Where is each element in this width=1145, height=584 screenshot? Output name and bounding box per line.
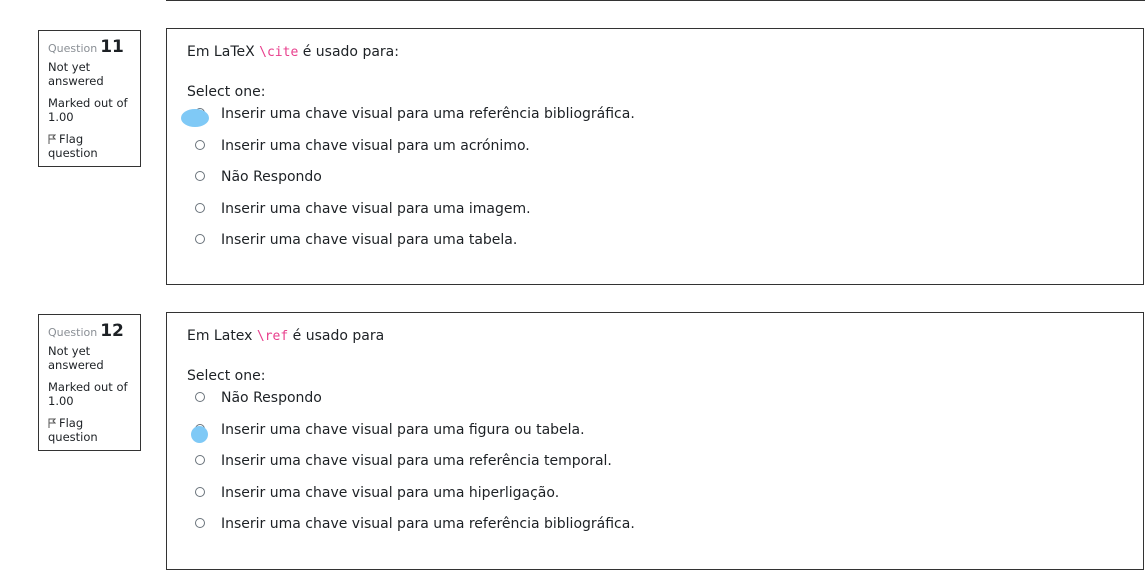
question-number-value: 12 [100, 321, 124, 341]
answer-label: Inserir uma chave visual para uma referê… [221, 453, 612, 469]
code-snippet: \cite [259, 45, 299, 60]
answer-option[interactable]: Não Respondo [187, 164, 1123, 196]
answer-label: Inserir uma chave visual para uma figura… [221, 421, 585, 438]
radio-button[interactable] [195, 455, 205, 465]
flag-icon [48, 134, 56, 144]
answer-option[interactable]: Inserir uma chave visual para uma imagem… [187, 196, 1123, 228]
highlight-mark [181, 109, 209, 127]
question-label: Question [48, 326, 98, 339]
flag-question-link[interactable]: Flag question [48, 132, 132, 160]
answer-option[interactable]: Não Respondo [187, 385, 1123, 417]
answer-option[interactable]: Inserir uma chave visual para um acrónim… [187, 133, 1123, 165]
select-one-prompt: Select one: [187, 84, 266, 100]
select-one-prompt: Select one: [187, 368, 266, 384]
flag-question-link[interactable]: Flag question [48, 416, 132, 444]
answer-label: Inserir uma chave visual para uma imagem… [221, 200, 531, 217]
highlight-mark [191, 426, 208, 443]
radio-button[interactable] [195, 486, 205, 497]
question-state: Not yet answered [48, 60, 104, 88]
answer-label: Inserir uma chave visual para um acrónim… [221, 137, 530, 154]
question-grade: Marked out of 1.00 [48, 96, 128, 124]
question-number: Question 12 [48, 322, 132, 342]
code-snippet: \ref [256, 329, 289, 344]
question-state: Not yet answered [48, 344, 104, 372]
question-content-12: Em Latex \ref é usado para Select one: N… [166, 312, 1144, 570]
answer-option[interactable]: Inserir uma chave visual para uma tabela… [187, 227, 1123, 259]
answer-label: Não Respondo [221, 390, 322, 406]
radio-button[interactable] [195, 202, 205, 213]
answer-label: Inserir uma chave visual para uma referê… [221, 106, 635, 122]
radio-button[interactable] [195, 234, 205, 244]
radio-button[interactable] [195, 518, 205, 528]
question-content-11: Em LaTeX \cite é usado para: Select one:… [166, 28, 1144, 285]
question-number-value: 11 [100, 37, 124, 57]
flag-icon [48, 418, 56, 428]
answer-label: Inserir uma chave visual para uma hiperl… [221, 484, 560, 501]
answer-label: Não Respondo [221, 169, 322, 185]
answer-option[interactable]: Inserir uma chave visual para uma referê… [187, 511, 1123, 543]
answer-list: Inserir uma chave visual para uma referê… [187, 101, 1123, 259]
answer-option[interactable]: Inserir uma chave visual para uma hiperl… [187, 480, 1123, 512]
question-text: Em LaTeX \cite é usado para: [187, 44, 399, 60]
top-divider [166, 0, 1145, 1]
answer-list: Não Respondo Inserir uma chave visual pa… [187, 385, 1123, 543]
question-info-11: Question 11 Not yet answered Marked out o… [38, 30, 141, 167]
question-info-12: Question 12 Not yet answered Marked out o… [38, 314, 141, 451]
answer-label: Inserir uma chave visual para uma tabela… [221, 232, 518, 248]
answer-option[interactable]: Inserir uma chave visual para uma referê… [187, 101, 1123, 133]
radio-button[interactable] [195, 171, 205, 181]
answer-option[interactable]: Inserir uma chave visual para uma referê… [187, 448, 1123, 480]
answer-label: Inserir uma chave visual para uma referê… [221, 516, 635, 532]
radio-button[interactable] [195, 139, 205, 150]
question-text: Em Latex \ref é usado para [187, 328, 385, 344]
question-grade: Marked out of 1.00 [48, 380, 128, 408]
answer-option[interactable]: Inserir uma chave visual para uma figura… [187, 417, 1123, 449]
radio-button[interactable] [195, 392, 205, 402]
question-label: Question [48, 42, 98, 55]
question-number: Question 11 [48, 38, 132, 58]
